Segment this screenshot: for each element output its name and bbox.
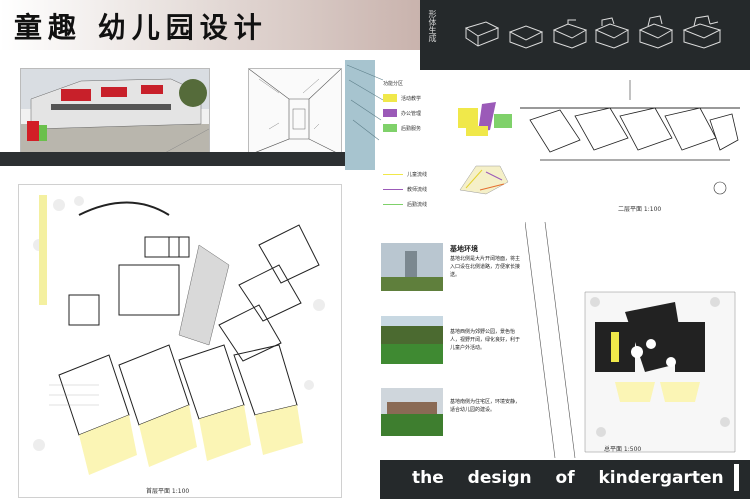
legend-item: 后勤流线 bbox=[383, 198, 453, 210]
form-generation-label: 形体生成 bbox=[428, 10, 437, 42]
exterior-rendering bbox=[20, 68, 210, 156]
massing-step-1-icon bbox=[464, 21, 500, 47]
massing-step-4-icon bbox=[594, 17, 630, 49]
massing-step-3-icon bbox=[552, 19, 588, 49]
massing-step-2-icon bbox=[508, 25, 544, 49]
site-photo-north bbox=[381, 243, 443, 291]
site-text-west: 基地西侧为郊野公园，景色怡人，视野开阔，绿化良好，利于儿童户外活动。 bbox=[450, 329, 521, 351]
first-floor-caption: 首层平面 1:100 bbox=[146, 488, 190, 495]
page-title: 童趣 幼儿园设计 bbox=[14, 11, 268, 44]
site-environment-title: 基地环境 bbox=[450, 245, 478, 253]
stair-sketch bbox=[346, 64, 384, 141]
circulation-legend: 儿童流线 教师流线 后勤流线 bbox=[383, 168, 453, 213]
first-floor-plan-drawing bbox=[19, 185, 341, 497]
circulation-diagram bbox=[459, 165, 509, 195]
zone-legend-heading: 功能分区 bbox=[383, 81, 404, 87]
second-floor-plan bbox=[520, 80, 740, 195]
legend-item: 教师流线 bbox=[383, 183, 453, 195]
second-floor-caption: 二层平面 1:100 bbox=[618, 206, 662, 213]
zoning-diagram bbox=[458, 102, 512, 136]
site-photo-west bbox=[381, 316, 443, 364]
first-floor-plan bbox=[18, 184, 342, 498]
legend-item: 后勤服务 bbox=[383, 122, 453, 134]
interior-sketch-image bbox=[248, 68, 342, 156]
site-text-north: 基地北侧是大片开阔地面，将主入口设在北侧道路，方便家长接送。 bbox=[450, 256, 521, 278]
legend-item: 活动教学 bbox=[383, 92, 453, 104]
interior-sketch bbox=[248, 68, 342, 156]
title-end-bar bbox=[734, 464, 739, 491]
massing-step-6-icon bbox=[682, 15, 722, 49]
exterior-rendering-image bbox=[21, 69, 210, 156]
english-title: the design of kindergarten bbox=[412, 468, 724, 488]
zone-legend: 活动教学 办公管理 后勤服务 bbox=[383, 92, 453, 137]
site-text-south: 基地南侧为住宅区，环境安静，适合幼儿园的建设。 bbox=[450, 399, 521, 413]
dark-divider-strip bbox=[0, 152, 345, 166]
legend-item: 儿童流线 bbox=[383, 168, 453, 180]
site-photo-south bbox=[381, 388, 443, 436]
site-plan bbox=[525, 222, 736, 458]
site-plan-caption: 总平面 1:500 bbox=[604, 446, 642, 453]
massing-step-5-icon bbox=[638, 15, 674, 49]
legend-item: 办公管理 bbox=[383, 107, 453, 119]
